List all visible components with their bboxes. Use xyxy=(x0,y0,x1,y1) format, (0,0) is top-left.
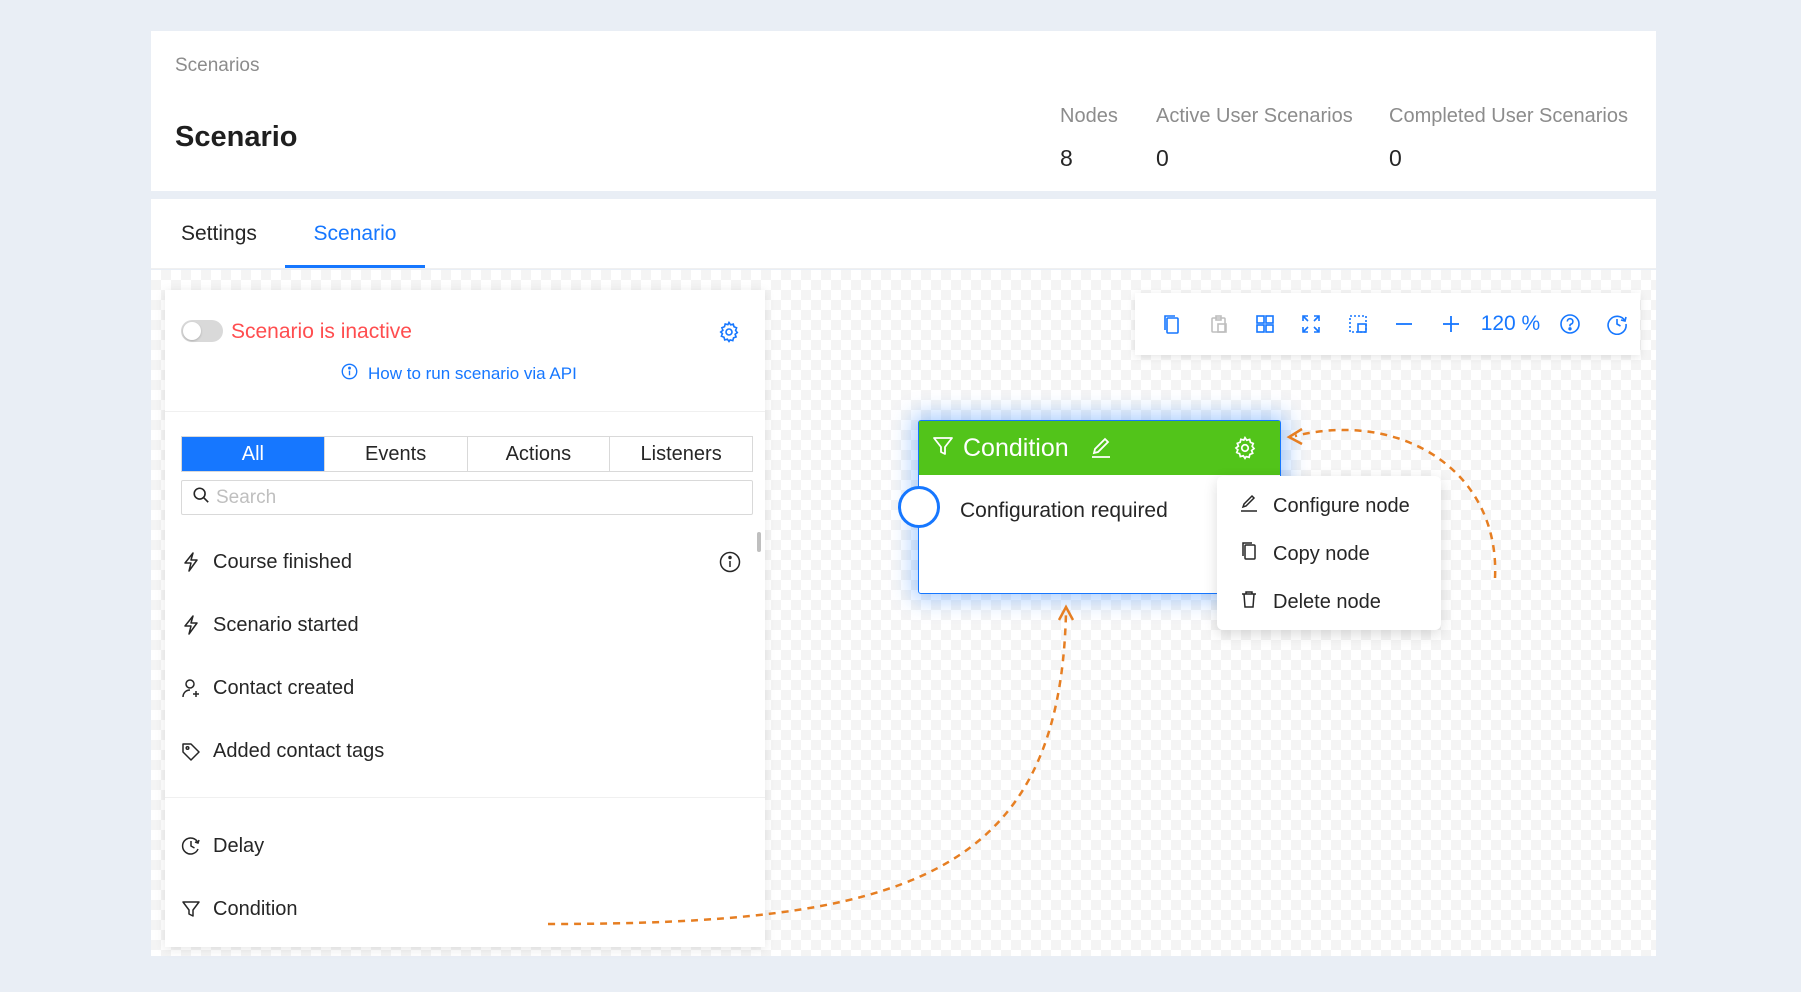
zoom-in-icon[interactable] xyxy=(1427,304,1473,344)
stat-completed-user-scenarios: Completed User Scenarios 0 xyxy=(1389,105,1628,172)
info-icon xyxy=(341,363,358,385)
search-icon xyxy=(192,486,210,509)
zoom-out-icon[interactable] xyxy=(1381,304,1427,344)
node-header: Condition xyxy=(919,421,1280,475)
page-header: Scenarios Scenario Nodes 8 Active User S… xyxy=(151,31,1656,191)
filter-actions[interactable]: Actions xyxy=(467,437,611,471)
lightning-icon xyxy=(181,552,201,572)
filter-all[interactable]: All xyxy=(182,437,325,471)
list-item-scenario-started[interactable]: Scenario started xyxy=(181,605,741,645)
filter-icon xyxy=(931,434,955,463)
filter-events[interactable]: Events xyxy=(324,437,468,471)
tab-settings[interactable]: Settings xyxy=(181,199,257,269)
stat-active-user-scenarios: Active User Scenarios 0 xyxy=(1156,105,1353,172)
menu-item-label: Configure node xyxy=(1273,494,1410,517)
stat-label: Completed User Scenarios xyxy=(1389,105,1628,127)
node-type-filter: All Events Actions Listeners xyxy=(181,436,753,472)
grid-icon[interactable] xyxy=(1242,304,1288,344)
divider xyxy=(165,411,765,412)
breadcrumb[interactable]: Scenarios xyxy=(175,55,260,77)
stat-value: 0 xyxy=(1156,145,1169,171)
stat-label: Nodes xyxy=(1060,105,1118,127)
trash-icon xyxy=(1239,589,1259,615)
tab-scenario[interactable]: Scenario xyxy=(285,199,425,269)
list-item-label: Contact created xyxy=(213,676,355,699)
node-input-port[interactable] xyxy=(898,486,940,528)
scrollbar[interactable] xyxy=(757,532,761,552)
tag-icon xyxy=(181,741,201,761)
zoom-level: 120 % xyxy=(1480,312,1541,335)
gear-icon[interactable] xyxy=(717,320,741,344)
edit-icon[interactable] xyxy=(1089,436,1113,460)
scenario-status-label: Scenario is inactive xyxy=(231,320,412,343)
edit-icon xyxy=(1239,493,1259,519)
stat-value: 0 xyxy=(1389,145,1402,171)
menu-item-configure-node[interactable]: Configure node xyxy=(1217,482,1441,530)
stat-label: Active User Scenarios xyxy=(1156,105,1353,127)
menu-item-copy-node[interactable]: Copy node xyxy=(1217,530,1441,578)
filter-icon xyxy=(181,899,201,919)
fit-icon[interactable] xyxy=(1288,304,1334,344)
canvas-toolbar: 120 % xyxy=(1135,293,1640,355)
scenario-active-toggle[interactable] xyxy=(181,320,223,342)
list-item-course-finished[interactable]: Course finished xyxy=(181,542,741,582)
copy-icon[interactable] xyxy=(1149,304,1195,344)
stat-value: 8 xyxy=(1060,145,1073,171)
list-item-condition[interactable]: Condition xyxy=(181,889,741,929)
list-item-contact-created[interactable]: Contact created xyxy=(181,668,741,708)
help-icon[interactable] xyxy=(1547,304,1593,344)
list-item-label: Delay xyxy=(213,834,265,857)
copy-icon xyxy=(1239,541,1259,567)
menu-item-label: Copy node xyxy=(1273,542,1370,565)
list-item-label: Course finished xyxy=(213,550,352,573)
list-item-label: Condition xyxy=(213,897,298,920)
clock-icon xyxy=(181,836,201,856)
api-help-link-label: How to run scenario via API xyxy=(368,364,577,383)
node-context-menu: Configure node Copy node Delete node xyxy=(1217,476,1441,630)
history-icon[interactable] xyxy=(1594,304,1640,344)
paste-icon[interactable] xyxy=(1195,304,1241,344)
search-field xyxy=(181,480,753,515)
tab-scenario-label: Scenario xyxy=(313,222,397,245)
menu-item-delete-node[interactable]: Delete node xyxy=(1217,578,1441,626)
node-palette-panel: Scenario is inactive How to run scenario… xyxy=(165,290,765,947)
list-item-delay[interactable]: Delay xyxy=(181,826,741,866)
lightning-icon xyxy=(181,615,201,635)
info-icon[interactable] xyxy=(719,551,741,579)
list-item-label: Scenario started xyxy=(213,613,359,636)
node-status-text: Configuration required xyxy=(960,499,1168,522)
filter-listeners[interactable]: Listeners xyxy=(610,437,752,471)
divider xyxy=(165,797,765,798)
user-add-icon xyxy=(181,678,201,698)
tab-active-indicator xyxy=(285,265,425,268)
list-item-added-contact-tags[interactable]: Added contact tags xyxy=(181,731,741,771)
tab-bar: Settings Scenario xyxy=(151,199,1656,269)
search-input[interactable] xyxy=(216,486,736,509)
api-help-link[interactable]: How to run scenario via API xyxy=(341,363,577,385)
stat-nodes: Nodes 8 xyxy=(1060,105,1118,172)
menu-item-label: Delete node xyxy=(1273,590,1381,613)
page-title: Scenario xyxy=(175,121,298,153)
node-title: Condition xyxy=(963,433,1069,462)
list-item-label: Added contact tags xyxy=(213,739,385,762)
select-icon[interactable] xyxy=(1335,304,1381,344)
gear-icon[interactable] xyxy=(1232,435,1258,466)
